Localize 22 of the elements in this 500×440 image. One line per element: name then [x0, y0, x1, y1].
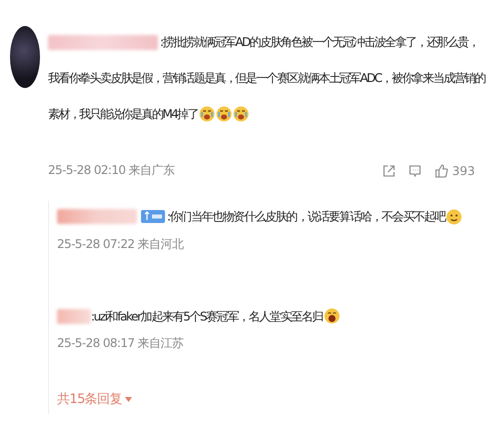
- thumbs-up-icon: [434, 164, 448, 178]
- emoji-icon: [199, 106, 215, 122]
- reply-text: :uzi和faker加起来有5个S赛冠军，名人堂实至名归: [91, 309, 323, 324]
- emoji-icon: [446, 208, 462, 225]
- like-count: 393: [452, 164, 475, 178]
- reply-time: 25-5-28 07:22 来自河北: [57, 236, 185, 253]
- comment-text: 我看你拳头卖皮肤是假，营销话题是真，但是一个赛区就俩本土冠军ADC，被你拿来当成营销的: [48, 70, 486, 87]
- emoji-icon: [324, 308, 340, 324]
- share-icon: [382, 164, 396, 178]
- comment-text: :捞批捞就俩冠军AD的皮肤角色被一个无冠冲击波全拿了，还那么贵，: [160, 34, 478, 51]
- reply-text: :你们当年也物资什么皮肤的，说话要算话哈，不会买不起吧: [167, 210, 446, 224]
- blurred-username[interactable]: [48, 34, 158, 50]
- comment-icon: [408, 164, 422, 178]
- more-replies-link[interactable]: 共15条回复: [57, 390, 132, 408]
- comment-time: 25-5-28 02:10 来自广东: [48, 162, 174, 179]
- blurred-username[interactable]: [57, 308, 91, 324]
- caret-icon: [124, 396, 132, 402]
- comment-text: 素材，我只能说你是真的M4掉了: [48, 106, 198, 123]
- reply-time: 25-5-28 08:17 来自江苏: [57, 335, 184, 352]
- emoji-icon: [216, 106, 232, 122]
- blurred-username[interactable]: [57, 209, 137, 224]
- emoji-icon: [233, 106, 249, 122]
